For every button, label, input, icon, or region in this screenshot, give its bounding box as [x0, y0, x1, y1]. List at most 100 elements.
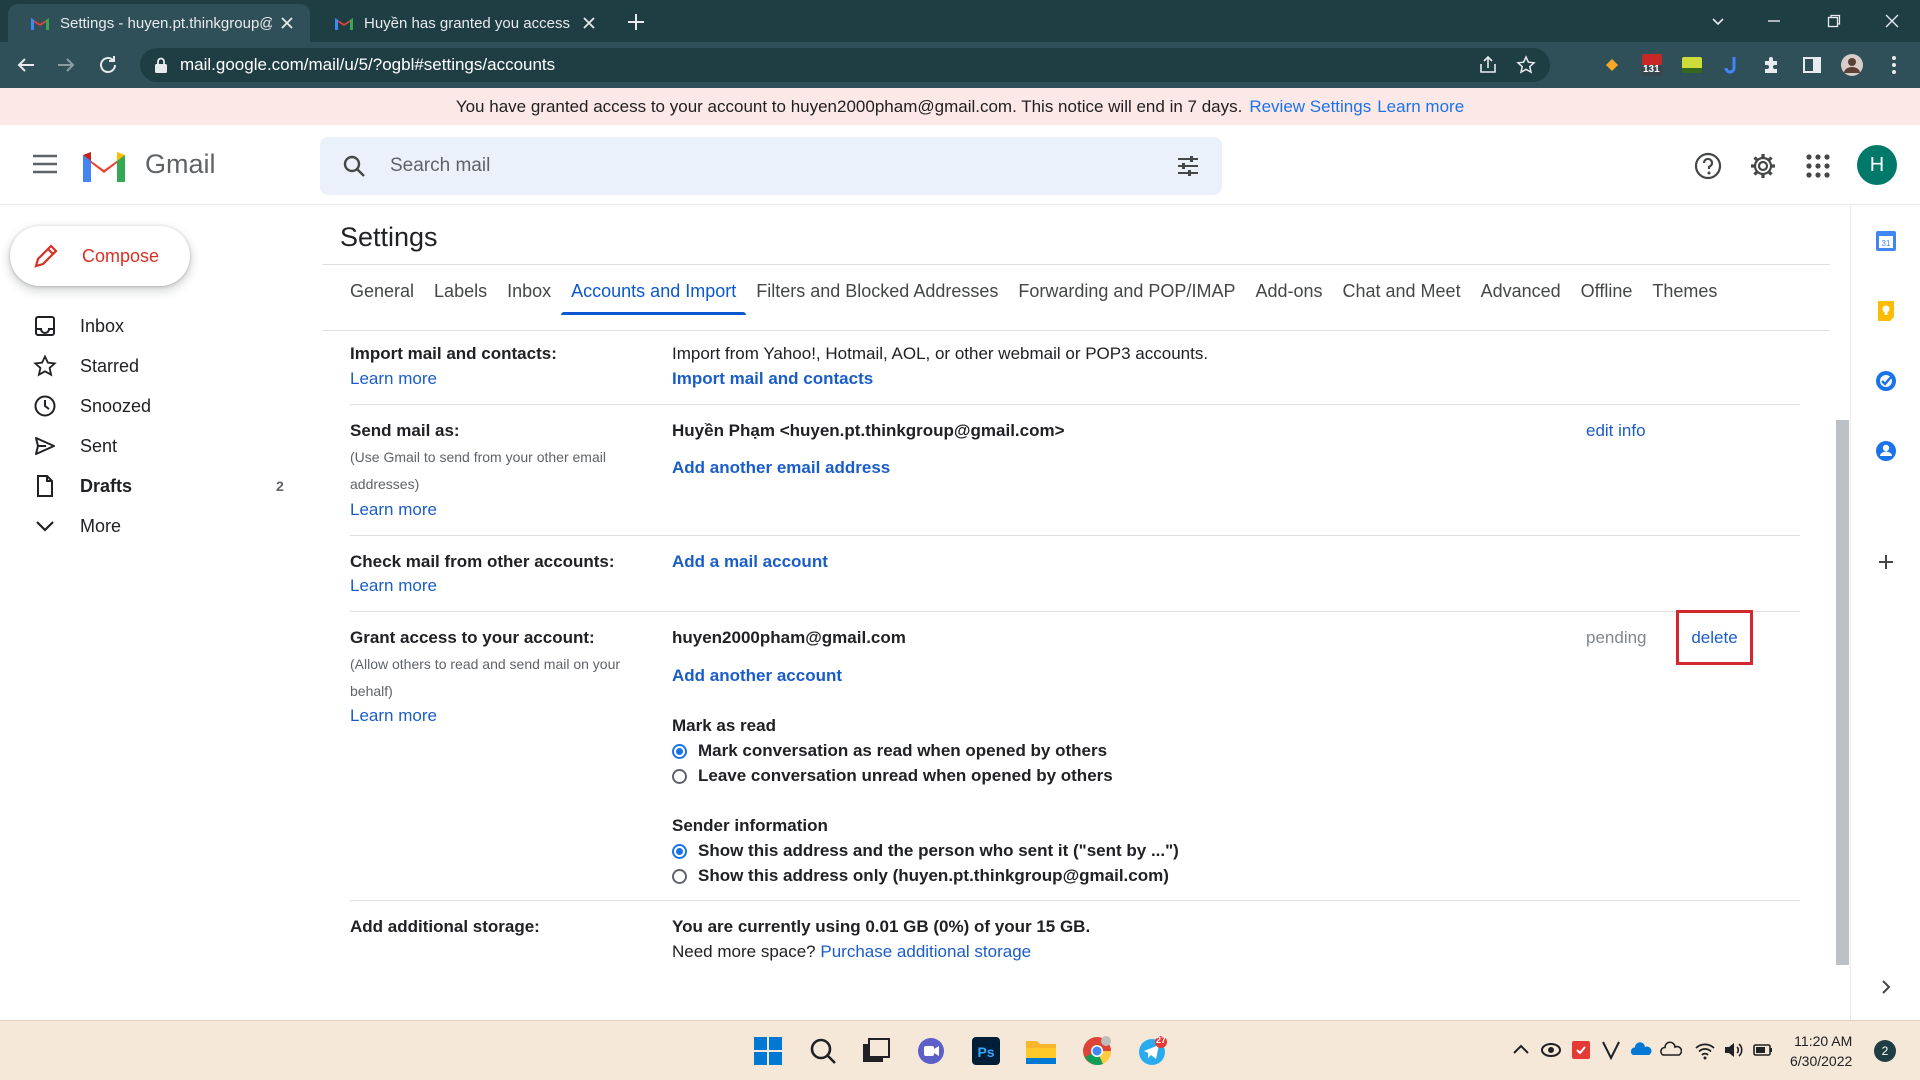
account-avatar[interactable]: H	[1857, 145, 1897, 185]
search-options-icon[interactable]	[1176, 154, 1200, 178]
nav-item-label: Sent	[80, 435, 118, 456]
nav-item-sent[interactable]: Sent	[0, 426, 300, 466]
radio-unselected[interactable]	[672, 868, 687, 884]
profile-avatar-icon[interactable]	[1840, 53, 1864, 77]
task-view-icon[interactable]	[859, 1034, 893, 1068]
contacts-icon[interactable]	[1874, 439, 1898, 463]
chevron-right-icon[interactable]	[1874, 975, 1898, 999]
compose-button[interactable]: Compose	[10, 226, 190, 286]
tab-offline[interactable]: Offline	[1571, 275, 1643, 315]
chat-icon[interactable]	[914, 1034, 948, 1068]
tasks-icon[interactable]	[1874, 369, 1898, 393]
search-input[interactable]	[390, 151, 1090, 181]
share-icon[interactable]	[1478, 55, 1498, 75]
chrome-icon[interactable]	[1080, 1034, 1114, 1068]
leave-unread-option[interactable]: Leave conversation unread when opened by…	[672, 766, 1113, 786]
add-addon-icon[interactable]	[1874, 550, 1898, 574]
nav-item-snoozed[interactable]: Snoozed	[0, 386, 300, 426]
side-panel-icon[interactable]	[1800, 53, 1824, 77]
tray-app-icon[interactable]	[1540, 1039, 1562, 1061]
radio-selected[interactable]	[672, 743, 687, 759]
tray-red-app-icon[interactable]	[1570, 1039, 1592, 1061]
tab-forwarding[interactable]: Forwarding and POP/IMAP	[1008, 275, 1245, 315]
tray-v-icon[interactable]	[1600, 1039, 1622, 1061]
notification-count-badge[interactable]: 2	[1874, 1040, 1896, 1062]
nav-item-inbox[interactable]: Inbox	[0, 306, 300, 346]
search-icon[interactable]	[342, 154, 366, 178]
page-title: Settings	[340, 222, 438, 252]
gmail-logo-icon[interactable]	[80, 147, 128, 183]
edit-info-link[interactable]: edit info	[1586, 421, 1646, 441]
telegram-icon[interactable]: 27	[1135, 1034, 1169, 1068]
tab-filters[interactable]: Filters and Blocked Addresses	[746, 275, 1008, 315]
keep-icon[interactable]	[1874, 299, 1898, 323]
nav-item-starred[interactable]: Starred	[0, 346, 300, 386]
scrollbar[interactable]	[1836, 420, 1849, 965]
main-menu-icon[interactable]	[32, 153, 58, 175]
tab-labels[interactable]: Labels	[424, 275, 497, 315]
calendar-icon[interactable]: 31	[1874, 229, 1898, 253]
nav-item-drafts[interactable]: Drafts 2	[0, 466, 300, 506]
browser-tab-access[interactable]: Huyền has granted you access to their ac…	[312, 4, 612, 42]
battery-icon[interactable]	[1752, 1039, 1774, 1061]
check-mail-learn-more-link[interactable]: Learn more	[350, 576, 437, 596]
restore-icon[interactable]	[1806, 0, 1862, 42]
notice-learn-more-link[interactable]: Learn more	[1377, 97, 1464, 117]
close-tab-icon[interactable]	[278, 14, 296, 32]
chevron-up-icon[interactable]	[1510, 1039, 1532, 1061]
grant-learn-more-link[interactable]: Learn more	[350, 706, 437, 726]
sendas-learn-more-link[interactable]: Learn more	[350, 500, 437, 520]
back-arrow-icon[interactable]	[14, 53, 38, 77]
gear-icon[interactable]	[1749, 152, 1777, 180]
extension-counter-icon[interactable]: 131	[1640, 53, 1664, 77]
delete-delegate-link[interactable]: delete	[1676, 610, 1753, 665]
address-bar[interactable]: mail.google.com/mail/u/5/?ogbl#settings/…	[140, 48, 1550, 82]
search-icon[interactable]	[806, 1034, 840, 1068]
wifi-icon[interactable]	[1694, 1039, 1716, 1061]
tab-addons[interactable]: Add-ons	[1245, 275, 1332, 315]
sender-address-only-option[interactable]: Show this address only (huyen.pt.thinkgr…	[672, 866, 1169, 886]
nav-item-more[interactable]: More	[0, 506, 300, 546]
reload-icon[interactable]	[96, 53, 120, 77]
system-clock[interactable]: 11:20 AM 6/30/2022	[1790, 1031, 1852, 1071]
radio-selected[interactable]	[672, 843, 687, 859]
sender-both-option[interactable]: Show this address and the person who sen…	[672, 841, 1179, 861]
new-tab-icon[interactable]	[624, 10, 648, 34]
add-another-account-link[interactable]: Add another account	[672, 666, 842, 686]
windows-start-icon[interactable]	[751, 1034, 785, 1068]
close-window-icon[interactable]	[1864, 0, 1920, 42]
extension-j-icon[interactable]	[1720, 53, 1744, 77]
extension-orange-icon[interactable]	[1600, 53, 1624, 77]
tab-inbox[interactable]: Inbox	[497, 275, 561, 315]
tab-search-icon[interactable]	[1690, 0, 1746, 42]
tab-accounts-and-import[interactable]: Accounts and Import	[561, 275, 747, 315]
tab-advanced[interactable]: Advanced	[1471, 275, 1571, 315]
browser-menu-icon[interactable]	[1882, 53, 1906, 77]
import-mail-link[interactable]: Import mail and contacts	[672, 369, 873, 389]
pencil-icon	[34, 244, 58, 268]
tab-chat-and-meet[interactable]: Chat and Meet	[1333, 275, 1471, 315]
add-mail-account-link[interactable]: Add a mail account	[672, 552, 828, 572]
import-learn-more-link[interactable]: Learn more	[350, 369, 437, 389]
onedrive-icon[interactable]	[1630, 1039, 1652, 1061]
close-tab-icon[interactable]	[580, 14, 598, 32]
apps-grid-icon[interactable]	[1804, 152, 1832, 180]
extensions-puzzle-icon[interactable]	[1760, 53, 1784, 77]
extension-note-icon[interactable]	[1680, 53, 1704, 77]
forward-arrow-icon[interactable]	[54, 53, 78, 77]
review-settings-link[interactable]: Review Settings	[1249, 97, 1371, 117]
bookmark-star-icon[interactable]	[1516, 55, 1536, 75]
browser-tab-settings[interactable]: Settings - huyen.pt.thinkgroup@gmail.com…	[8, 4, 310, 42]
add-email-address-link[interactable]: Add another email address	[672, 458, 890, 478]
file-explorer-icon[interactable]	[1024, 1034, 1058, 1068]
tab-general[interactable]: General	[340, 275, 424, 315]
radio-unselected[interactable]	[672, 768, 687, 784]
mark-read-option[interactable]: Mark conversation as read when opened by…	[672, 741, 1107, 761]
minimize-icon[interactable]	[1746, 0, 1802, 42]
photoshop-icon[interactable]: Ps	[969, 1034, 1003, 1068]
tab-themes[interactable]: Themes	[1642, 275, 1727, 315]
volume-icon[interactable]	[1722, 1039, 1744, 1061]
help-icon[interactable]	[1694, 152, 1722, 180]
cloud-icon[interactable]	[1660, 1039, 1682, 1061]
purchase-storage-link[interactable]: Purchase additional storage	[820, 942, 1031, 961]
